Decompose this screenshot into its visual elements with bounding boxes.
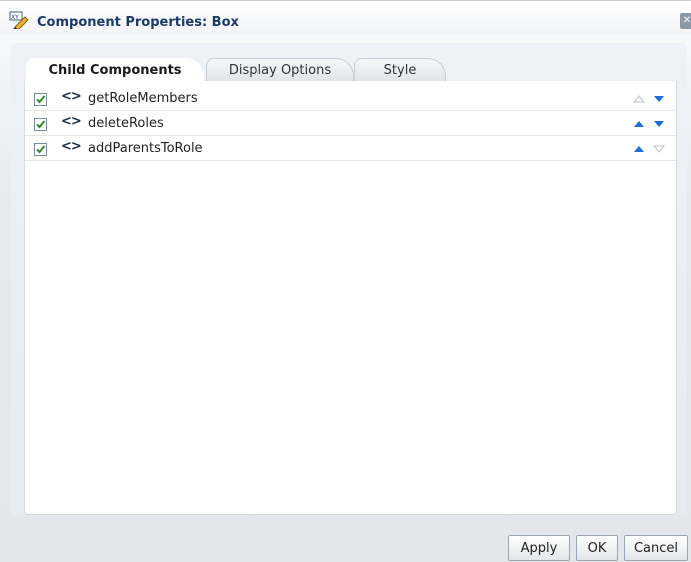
apply-button[interactable]: Apply [508, 535, 570, 561]
checkbox[interactable] [34, 143, 47, 156]
component-name: getRoleMembers [88, 91, 198, 106]
code-icon: <> [61, 89, 82, 104]
move-down-icon[interactable] [652, 144, 666, 154]
dialog-title-bar: XY Component Properties: Box ✕ [0, 1, 691, 35]
svg-text:XY: XY [11, 14, 19, 21]
tab-panel: Child Components Display Options Style <… [11, 43, 687, 515]
ok-button[interactable]: OK [576, 535, 618, 561]
child-components-list: <> getRoleMembers <> deleteRoles <> addP… [24, 81, 677, 515]
component-name: deleteRoles [88, 116, 164, 131]
code-icon: <> [61, 114, 82, 129]
list-item: <> getRoleMembers [25, 87, 676, 111]
list-item: <> deleteRoles [25, 112, 676, 136]
move-down-icon[interactable] [652, 119, 666, 129]
tab-style[interactable]: Style [354, 58, 446, 82]
checkbox[interactable] [34, 118, 47, 131]
move-up-icon[interactable] [632, 119, 646, 129]
move-up-icon[interactable] [632, 144, 646, 154]
dialog-title: Component Properties: Box [37, 15, 239, 30]
list-item: <> addParentsToRole [25, 137, 676, 161]
component-properties-dialog: XY Component Properties: Box ✕ Child Com… [0, 0, 691, 562]
tab-display-options[interactable]: Display Options [206, 58, 354, 82]
close-icon[interactable]: ✕ [680, 13, 691, 29]
tab-child-components[interactable]: Child Components [26, 58, 204, 82]
checkbox[interactable] [34, 93, 47, 106]
move-up-icon[interactable] [632, 94, 646, 104]
move-down-icon[interactable] [652, 94, 666, 104]
cancel-button[interactable]: Cancel [624, 535, 688, 561]
component-name: addParentsToRole [88, 141, 203, 156]
code-icon: <> [61, 139, 82, 154]
edit-properties-icon: XY [9, 11, 31, 31]
